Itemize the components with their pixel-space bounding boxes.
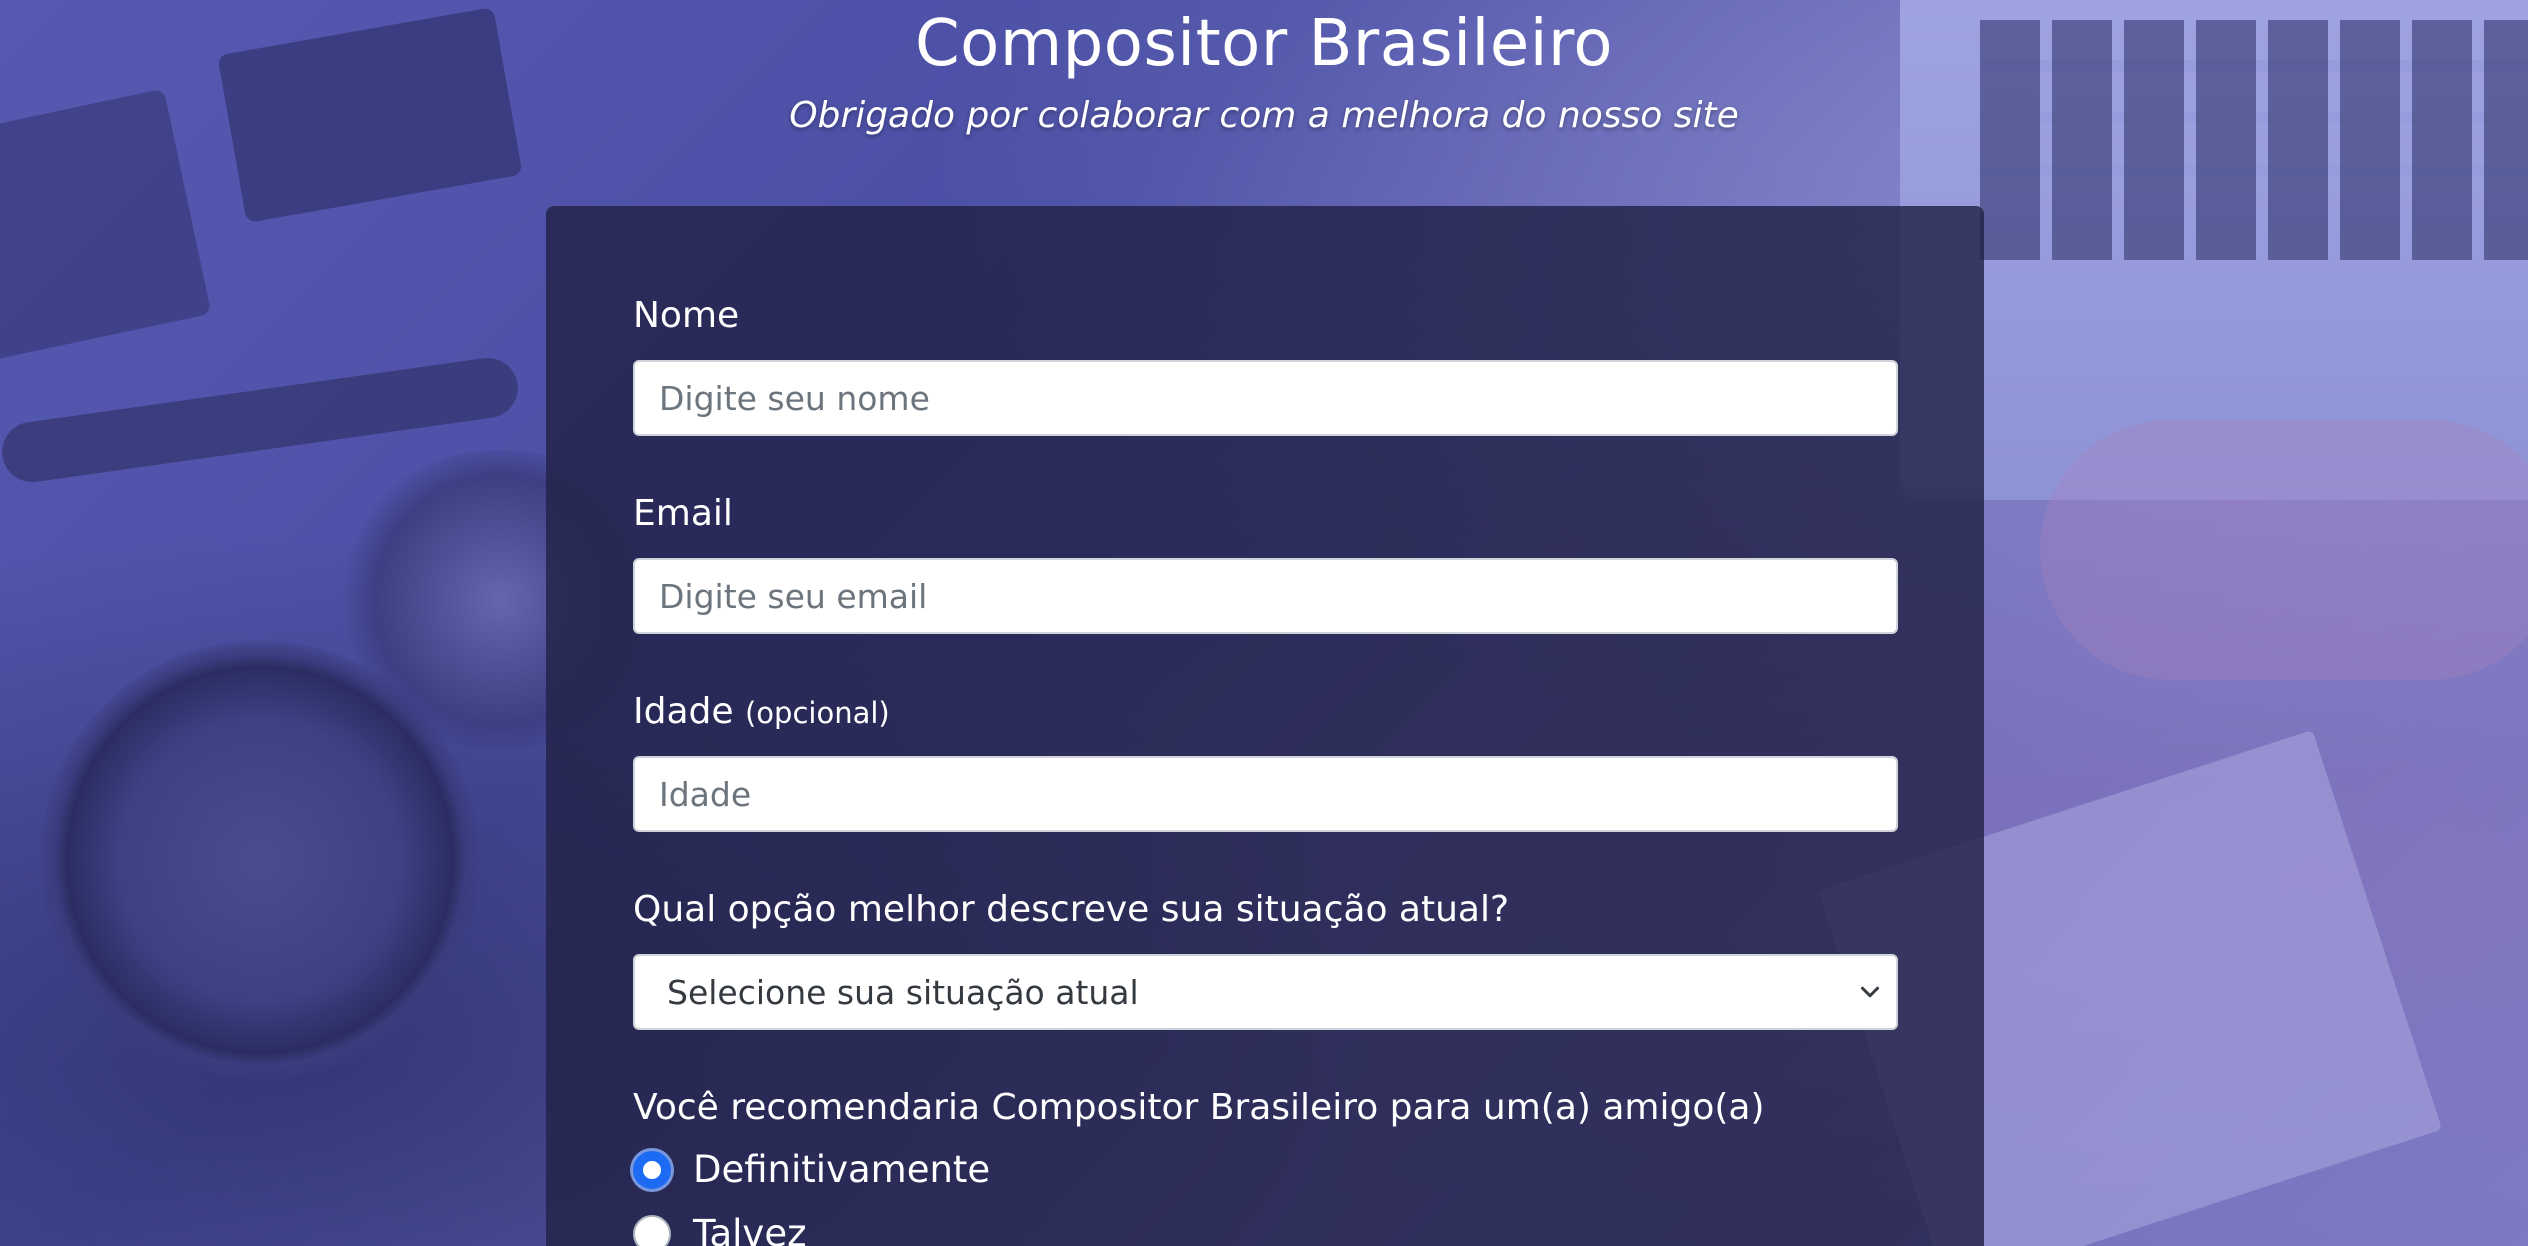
- email-input[interactable]: [633, 558, 1898, 634]
- name-label: Nome: [633, 295, 740, 336]
- radio-option-talvez[interactable]: Talvez: [633, 1212, 807, 1246]
- page-background: Compositor Brasileiro Obrigado por colab…: [0, 0, 2528, 1246]
- page-subtitle: Obrigado por colaborar com a melhora do …: [789, 95, 1739, 136]
- situation-select[interactable]: Selecione sua situação atual: [633, 954, 1898, 1030]
- email-field-group: Email: [633, 492, 1898, 634]
- age-optional-note: (opcional): [744, 696, 890, 730]
- radio-button[interactable]: [633, 1215, 671, 1246]
- age-input[interactable]: [633, 756, 1898, 832]
- page-title: Compositor Brasileiro: [914, 7, 1614, 81]
- situation-field-group: Qual opção melhor descreve sua situação …: [633, 888, 1898, 1030]
- background-photo-headband: [0, 354, 522, 486]
- name-input[interactable]: [633, 360, 1898, 436]
- page-header: Compositor Brasileiro Obrigado por colab…: [0, 0, 2528, 138]
- age-label-text: Idade: [633, 691, 734, 732]
- situation-label: Qual opção melhor descreve sua situação …: [633, 889, 1510, 930]
- radio-option-definitivamente[interactable]: Definitivamente: [633, 1148, 990, 1192]
- age-label: Idade (opcional): [633, 690, 1898, 735]
- age-field-group: Idade (opcional): [633, 690, 1898, 832]
- survey-form: Nome Email Idade (opcional) Qual opção m…: [546, 206, 1984, 1246]
- recommend-field-group: Você recomendaria Compositor Brasileiro …: [633, 1086, 1898, 1246]
- email-label: Email: [633, 493, 733, 534]
- chevron-down-icon: [1861, 986, 1879, 998]
- recommend-label: Você recomendaria Compositor Brasileiro …: [633, 1087, 1765, 1128]
- name-field-group: Nome: [633, 294, 1898, 436]
- radio-button-checked[interactable]: [633, 1151, 671, 1189]
- background-photo-headphone: [40, 640, 480, 1080]
- radio-label: Definitivamente: [693, 1148, 991, 1191]
- radio-label: Talvez: [693, 1212, 807, 1246]
- background-photo-hand: [2040, 420, 2528, 680]
- situation-select-value: Selecione sua situação atual: [667, 972, 1139, 1012]
